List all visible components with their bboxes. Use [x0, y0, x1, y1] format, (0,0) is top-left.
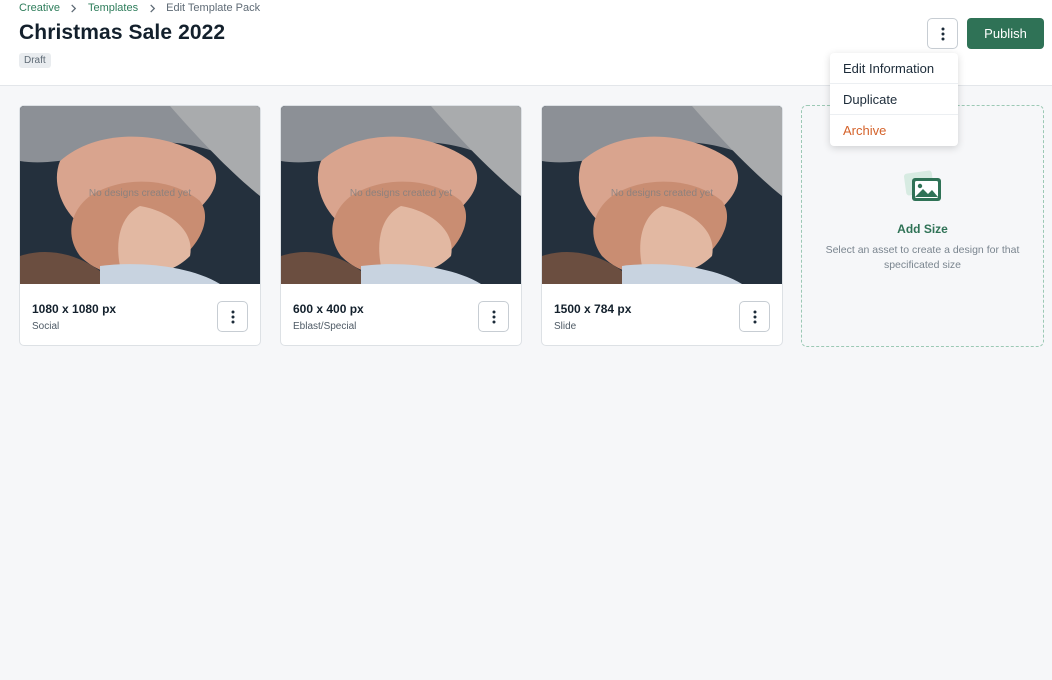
image-icon: [903, 170, 941, 201]
add-size-title: Add Size: [897, 222, 948, 236]
menu-item-duplicate[interactable]: Duplicate: [830, 84, 958, 115]
breadcrumb-templates[interactable]: Templates: [88, 1, 138, 15]
page-title: Christmas Sale 2022: [19, 21, 226, 44]
card-size-label: 600 x 400 px: [293, 302, 364, 316]
breadcrumb-current: Edit Template Pack: [166, 2, 261, 14]
status-badge: Draft: [19, 53, 51, 68]
size-card[interactable]: No designs created yet 1080 x 1080 px So…: [19, 105, 261, 346]
card-thumbnail: No designs created yet: [281, 106, 521, 284]
card-type-label: Social: [32, 321, 60, 332]
no-designs-placeholder: No designs created yet: [88, 188, 192, 199]
card-options-button[interactable]: [739, 301, 770, 332]
more-vertical-icon: [753, 310, 756, 323]
no-designs-placeholder: No designs created yet: [349, 188, 453, 199]
no-designs-placeholder: No designs created yet: [610, 188, 714, 199]
card-thumbnail: No designs created yet: [20, 106, 260, 284]
card-size-label: 1080 x 1080 px: [32, 302, 117, 316]
breadcrumb-creative[interactable]: Creative: [19, 1, 60, 15]
card-size-label: 1500 x 784 px: [554, 302, 632, 316]
publish-button[interactable]: Publish: [967, 18, 1044, 49]
card-type-label: Eblast/Special: [293, 321, 357, 332]
card-type-label: Slide: [554, 321, 577, 332]
more-vertical-icon: [492, 310, 495, 323]
size-card[interactable]: No designs created yet 600 x 400 px Ebla…: [280, 105, 522, 346]
more-vertical-icon: [941, 27, 944, 40]
chevron-right-icon: [138, 3, 166, 13]
breadcrumb: Creative Templates Edit Template Pack: [19, 1, 260, 15]
options-dropdown-menu: Edit Information Duplicate Archive: [830, 53, 958, 146]
menu-item-archive[interactable]: Archive: [830, 115, 958, 146]
card-options-button[interactable]: [217, 301, 248, 332]
more-options-button[interactable]: [927, 18, 958, 49]
size-card[interactable]: No designs created yet 1500 x 784 px Sli…: [541, 105, 783, 346]
more-vertical-icon: [231, 310, 234, 323]
card-thumbnail: No designs created yet: [542, 106, 782, 284]
menu-item-edit-information[interactable]: Edit Information: [830, 53, 958, 84]
chevron-right-icon: [60, 3, 88, 13]
add-size-description: Select an asset to create a design for t…: [825, 244, 1020, 271]
card-options-button[interactable]: [478, 301, 509, 332]
